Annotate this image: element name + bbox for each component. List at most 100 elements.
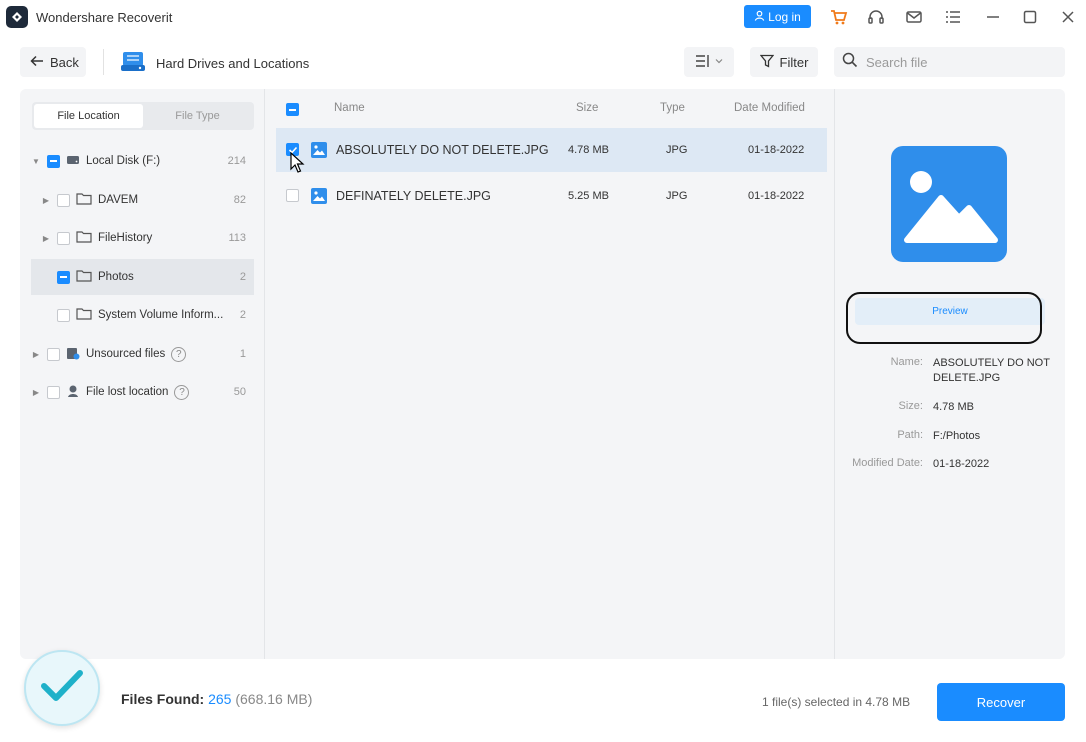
file-name: DEFINATELY DELETE.JPG [336, 189, 491, 203]
tree-item-filehistory[interactable]: ▶ FileHistory 113 [31, 220, 254, 256]
tree-item-count: 50 [233, 386, 246, 398]
tree-item-system-volume[interactable]: System Volume Inform... 2 [31, 297, 254, 333]
caret-right-icon[interactable]: ▶ [31, 350, 41, 359]
sidebar-tabs: File Location File Type [32, 102, 254, 130]
file-date: 01-18-2022 [748, 144, 805, 156]
tree-checkbox[interactable] [57, 308, 70, 322]
folder-icon [76, 230, 92, 246]
file-type: JPG [666, 190, 688, 202]
select-all-checkbox[interactable] [286, 103, 299, 116]
help-icon[interactable]: ? [174, 384, 190, 400]
file-name: ABSOLUTELY DO NOT DELETE.JPG [336, 143, 549, 157]
tree-item-label: Unsourced files [86, 348, 166, 360]
tree-item-label: Photos [98, 271, 134, 283]
tree-item-label: File lost location [86, 386, 169, 398]
back-arrow-icon [30, 54, 44, 71]
detail-path-value: F:/Photos [933, 430, 981, 442]
file-date: 01-18-2022 [748, 190, 805, 202]
login-label: Log in [768, 9, 801, 24]
tab-file-location[interactable]: File Location [34, 104, 143, 128]
caret-down-icon[interactable]: ▼ [31, 157, 41, 166]
tree-item-count: 214 [227, 155, 246, 167]
tree-checkbox[interactable] [47, 347, 60, 361]
cart-icon[interactable] [828, 6, 850, 28]
filter-button[interactable]: Filter [750, 47, 818, 77]
back-label: Back [50, 54, 79, 70]
lost-location-icon [66, 384, 80, 401]
disk-icon [66, 154, 80, 169]
files-found-count: 265 [208, 691, 232, 707]
tree-item-unsourced[interactable]: ▶ Unsourced files ? 1 [31, 336, 254, 372]
column-name[interactable]: Name [334, 102, 365, 114]
caret-right-icon[interactable]: ▶ [41, 196, 51, 205]
files-found-summary: Files Found: 265 (668.16 MB) [121, 691, 312, 707]
file-details-panel: Preview Name: ABSOLUTELY DO NOT DELETE.J… [834, 89, 1065, 659]
main-panel: File Location File Type ▼ Local Disk (F:… [20, 89, 1065, 659]
tree-item-file-lost-location[interactable]: ▶ File lost location ? 50 [31, 374, 254, 410]
detail-modified-value: 01-18-2022 [933, 458, 990, 470]
tree-item-count: 82 [233, 194, 246, 206]
tree-item-count: 2 [239, 271, 246, 283]
app-logo-icon [6, 6, 28, 28]
file-type: JPG [666, 144, 688, 156]
highlight-annotation [846, 292, 1042, 344]
mail-icon[interactable] [903, 6, 925, 28]
filter-icon [759, 54, 774, 71]
tree-checkbox[interactable] [47, 385, 60, 399]
location-sidebar: File Location File Type ▼ Local Disk (F:… [20, 89, 265, 659]
search-box[interactable] [834, 47, 1065, 77]
caret-right-icon[interactable]: ▶ [31, 388, 41, 397]
tree-item-label: FileHistory [98, 232, 153, 244]
close-icon[interactable] [1057, 6, 1079, 28]
list-icon[interactable] [942, 6, 964, 28]
file-row[interactable]: DEFINATELY DELETE.JPG 5.25 MB JPG 01-18-… [276, 174, 827, 218]
recoverit-window: Wondershare Recoverit Log in Back Hard D… [0, 0, 1086, 742]
file-size: 5.25 MB [568, 190, 609, 202]
image-file-icon [311, 188, 327, 204]
view-toggle-button[interactable] [684, 47, 734, 77]
detail-path-label: Path: [897, 429, 923, 441]
login-button[interactable]: Log in [744, 5, 811, 28]
tree-checkbox[interactable] [57, 231, 70, 245]
tree-checkbox[interactable] [47, 154, 60, 168]
tree-item-count: 1 [239, 348, 246, 360]
folder-icon [76, 307, 92, 323]
tree-checkbox[interactable] [57, 193, 70, 207]
tree-checkbox[interactable] [57, 270, 70, 284]
unsourced-files-icon [66, 346, 80, 363]
title-bar: Wondershare Recoverit Log in [0, 0, 1086, 36]
maximize-icon[interactable] [1019, 6, 1041, 28]
scan-complete-badge [24, 650, 100, 726]
recover-button[interactable]: Recover [937, 683, 1065, 721]
back-button[interactable]: Back [20, 47, 86, 77]
tree-item-local-disk[interactable]: ▼ Local Disk (F:) 214 [31, 143, 254, 179]
toolbar-divider [103, 49, 104, 75]
tree-item-label: Local Disk (F:) [86, 155, 161, 167]
detail-size-label: Size: [898, 400, 923, 412]
tree-item-davem[interactable]: ▶ DAVEM 82 [31, 182, 254, 218]
tree-item-label: System Volume Inform... [98, 309, 224, 321]
column-type[interactable]: Type [660, 102, 685, 114]
tab-file-type[interactable]: File Type [143, 104, 252, 128]
column-size[interactable]: Size [576, 102, 598, 114]
breadcrumb: Hard Drives and Locations [156, 56, 310, 71]
headset-icon[interactable] [865, 6, 887, 28]
tree-item-photos[interactable]: Photos 2 [31, 259, 254, 295]
minimize-icon[interactable] [982, 6, 1004, 28]
files-found-size: (668.16 MB) [235, 691, 313, 707]
row-checkbox[interactable] [286, 189, 299, 202]
detail-modified-label: Modified Date: [852, 457, 923, 469]
detail-name-label: Name: [890, 356, 923, 368]
file-list-header: Name Size Type Date Modified [265, 89, 834, 127]
view-toggle-icon [695, 54, 711, 71]
app-title: Wondershare Recoverit [36, 10, 173, 25]
help-icon[interactable]: ? [171, 346, 187, 362]
caret-right-icon[interactable]: ▶ [41, 234, 51, 243]
search-input[interactable] [866, 54, 1056, 70]
image-file-icon [311, 142, 327, 158]
file-size: 4.78 MB [568, 144, 609, 156]
detail-name-value: ABSOLUTELY DO NOT DELETE.JPG [933, 357, 1050, 384]
folder-icon [76, 269, 92, 285]
file-row[interactable]: ABSOLUTELY DO NOT DELETE.JPG 4.78 MB JPG… [276, 128, 827, 173]
column-date-modified[interactable]: Date Modified [734, 102, 805, 114]
